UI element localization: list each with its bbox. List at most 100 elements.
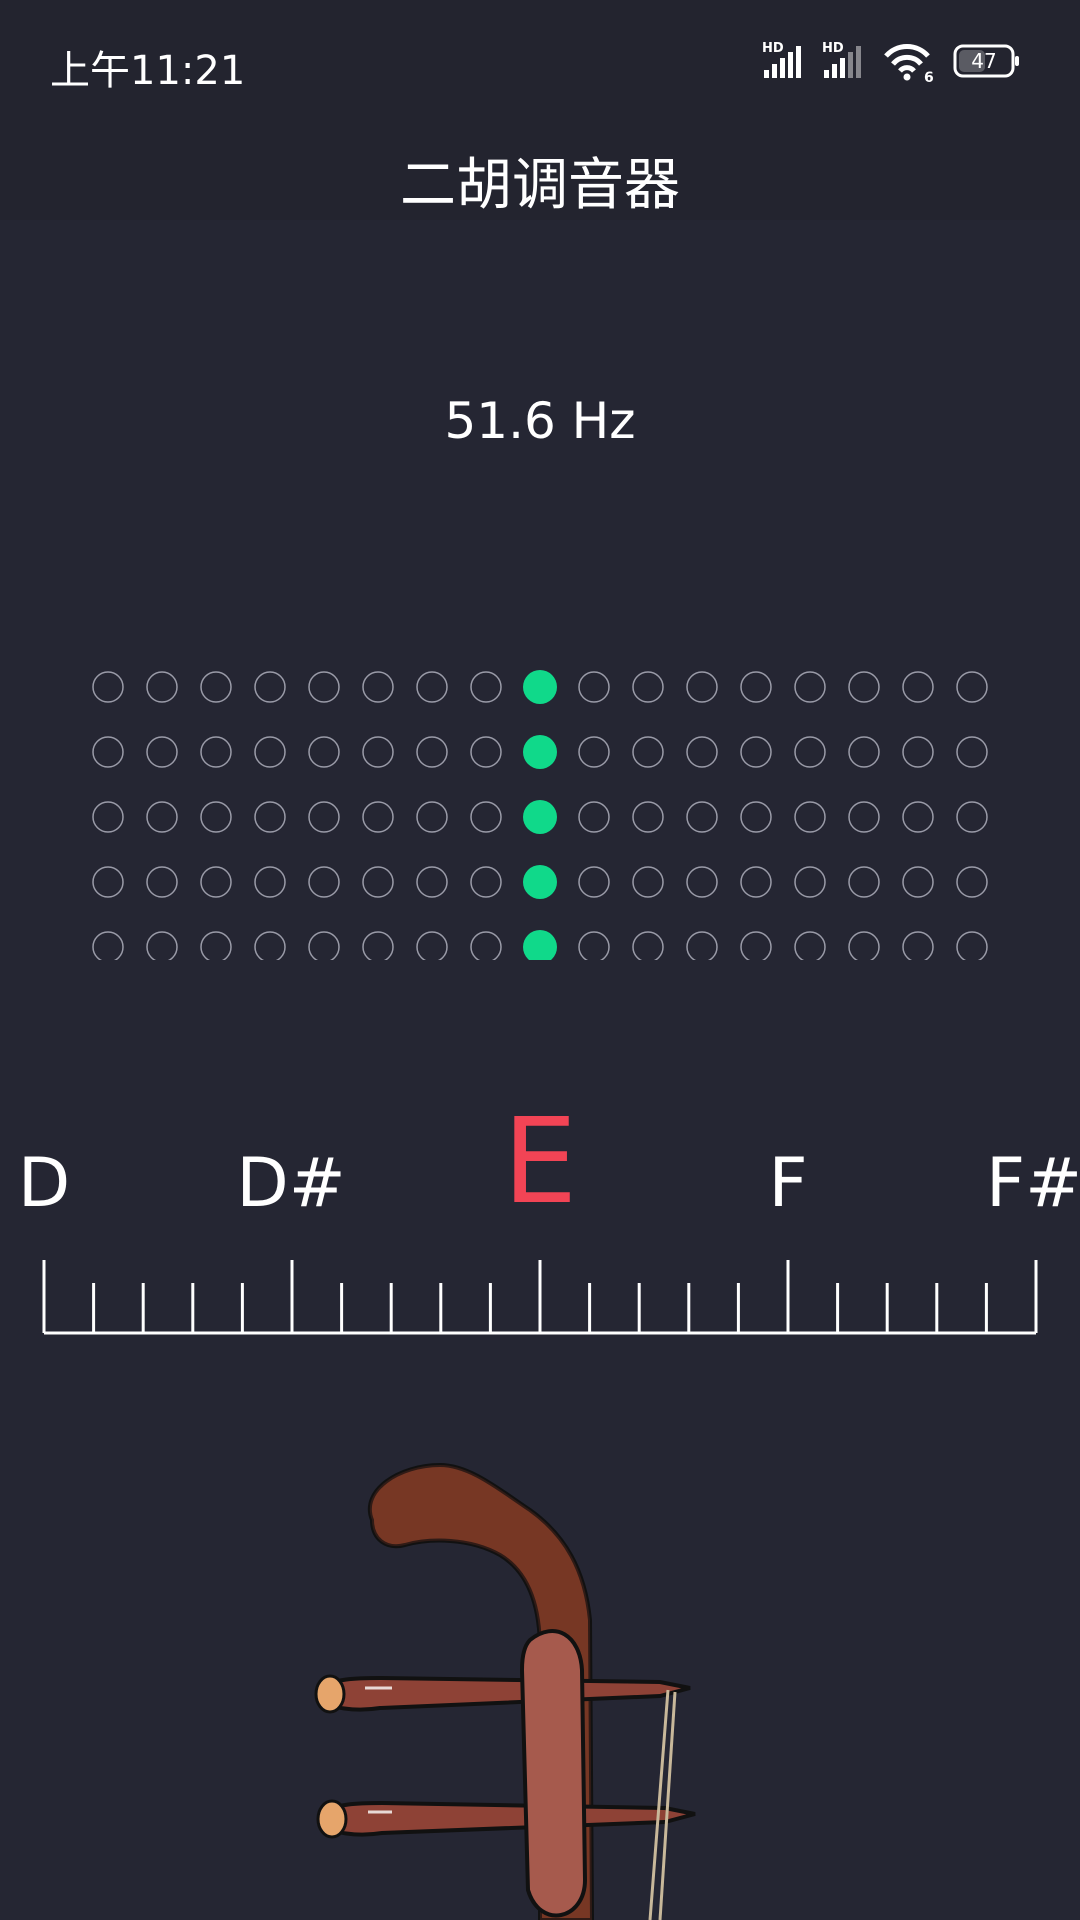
meter-dot <box>686 931 718 960</box>
meter-dot <box>200 866 232 898</box>
meter-dot <box>146 736 178 768</box>
meter-dot <box>740 736 772 768</box>
meter-dot <box>416 736 448 768</box>
meter-dot <box>902 931 934 960</box>
meter-dot <box>794 866 826 898</box>
meter-dot <box>200 801 232 833</box>
meter-dot <box>956 866 988 898</box>
meter-dot <box>686 671 718 703</box>
meter-dot <box>794 736 826 768</box>
meter-dot <box>200 931 232 960</box>
meter-dot <box>902 866 934 898</box>
meter-dot <box>794 671 826 703</box>
meter-dot <box>308 801 340 833</box>
note-label-f-sharp: F# <box>985 1144 1080 1223</box>
meter-dot <box>686 736 718 768</box>
meter-dot <box>200 671 232 703</box>
meter-dot <box>254 671 286 703</box>
meter-dot <box>578 736 610 768</box>
meter-dot <box>416 866 448 898</box>
meter-dot <box>200 736 232 768</box>
meter-dot <box>362 931 394 960</box>
note-label-d: D <box>17 1144 71 1223</box>
meter-dot <box>632 801 664 833</box>
status-icons: HD HD 6 47 <box>762 41 1019 84</box>
meter-dot <box>92 931 124 960</box>
meter-dot <box>794 931 826 960</box>
meter-dot <box>740 671 772 703</box>
meter-dot <box>848 866 880 898</box>
meter-dot <box>470 801 502 833</box>
meter-dot <box>578 671 610 703</box>
meter-dot <box>416 801 448 833</box>
meter-dot <box>146 801 178 833</box>
meter-dot <box>92 801 124 833</box>
meter-dot <box>632 736 664 768</box>
meter-dot-active <box>523 800 557 834</box>
svg-text:6: 6 <box>924 70 934 84</box>
meter-dot <box>416 931 448 960</box>
app-title-bar: 二胡调音器 <box>0 120 1080 220</box>
meter-dot <box>848 671 880 703</box>
meter-dot <box>740 801 772 833</box>
note-label-f: F <box>768 1144 808 1223</box>
meter-dot <box>740 931 772 960</box>
signal-icon-1: HD <box>762 41 801 78</box>
meter-dot <box>362 866 394 898</box>
meter-dot <box>902 671 934 703</box>
wifi-icon: 6 <box>884 44 934 84</box>
meter-dot <box>848 801 880 833</box>
meter-dot <box>308 866 340 898</box>
meter-dot <box>848 931 880 960</box>
frequency-readout: 51.6 Hz <box>444 392 636 450</box>
meter-dot <box>686 866 718 898</box>
meter-dot <box>956 736 988 768</box>
meter-dot <box>416 671 448 703</box>
svg-text:HD: HD <box>822 41 844 56</box>
meter-dot <box>146 671 178 703</box>
meter-dot <box>92 736 124 768</box>
meter-dot <box>146 866 178 898</box>
meter-dot <box>956 801 988 833</box>
meter-dot <box>92 866 124 898</box>
meter-dot <box>956 671 988 703</box>
meter-dot <box>470 866 502 898</box>
meter-dot <box>470 931 502 960</box>
erhu-illustration <box>314 1462 696 1920</box>
meter-dot <box>632 931 664 960</box>
meter-dot <box>632 866 664 898</box>
meter-dot <box>578 866 610 898</box>
battery-icon: 47 <box>953 44 1019 78</box>
meter-dot <box>470 671 502 703</box>
meter-dot <box>362 801 394 833</box>
meter-dot <box>254 801 286 833</box>
svg-text:47: 47 <box>971 49 996 73</box>
meter-dot <box>254 931 286 960</box>
meter-dot-active <box>523 735 557 769</box>
meter-dot <box>362 736 394 768</box>
meter-dot-active <box>523 930 557 960</box>
meter-dot <box>632 671 664 703</box>
meter-dot <box>470 736 502 768</box>
meter-dot <box>254 736 286 768</box>
meter-dot <box>902 736 934 768</box>
meter-dot-active <box>523 670 557 704</box>
meter-dot <box>578 801 610 833</box>
meter-dot <box>848 736 880 768</box>
svg-text:HD: HD <box>762 41 784 56</box>
meter-dot-active <box>523 865 557 899</box>
meter-dot <box>308 931 340 960</box>
meter-dot <box>740 866 772 898</box>
meter-dot <box>578 931 610 960</box>
meter-dot <box>794 801 826 833</box>
note-label-e-current: E <box>502 1092 578 1230</box>
app-title: 二胡调音器 <box>400 153 680 218</box>
signal-icon-2: HD <box>822 41 861 78</box>
meter-dot <box>686 801 718 833</box>
status-time: 上午11:21 <box>50 48 246 94</box>
tuning-dot-meter <box>92 670 988 960</box>
meter-dot <box>308 736 340 768</box>
meter-dot <box>146 931 178 960</box>
status-bar: 上午11:21 HD HD 6 47 <box>0 0 1080 120</box>
note-label-d-sharp: D# <box>236 1144 346 1223</box>
